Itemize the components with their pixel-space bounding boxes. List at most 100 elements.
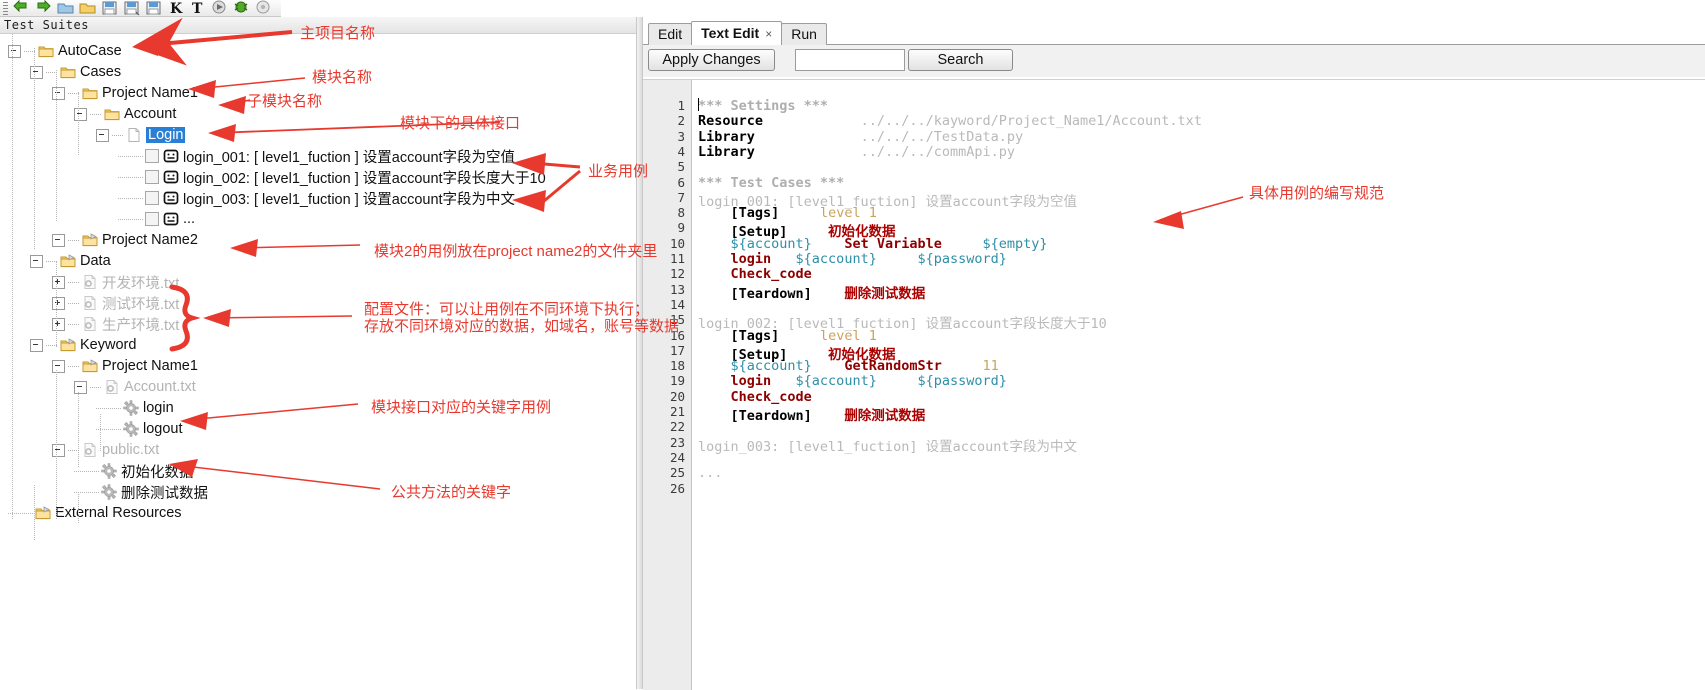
code-line[interactable]: [Teardown] 删除测试数据 xyxy=(698,404,926,424)
forward-arrow-icon[interactable] xyxy=(34,0,54,16)
code-area[interactable]: *** Settings *** Resource ../../../kaywor… xyxy=(692,80,1705,690)
close-icon[interactable]: × xyxy=(765,27,772,41)
tree-node-[interactable]: 初始化数据 xyxy=(74,461,194,481)
run-icon[interactable] xyxy=(210,0,230,16)
tree-node-txt[interactable]: 生产环境.txt xyxy=(52,314,179,334)
code-line[interactable]: ${account} Set Variable ${empty} xyxy=(698,236,1048,252)
line-number: 18 xyxy=(669,358,685,374)
svg-text:T: T xyxy=(192,1,203,16)
collapse-icon[interactable] xyxy=(30,338,43,352)
tab-run[interactable]: Run xyxy=(781,23,827,45)
tree-node-project-name1[interactable]: Project Name1 xyxy=(52,83,198,103)
test-suites-tree[interactable]: AutoCase Cases Project Name1 Account Login lo… xyxy=(0,34,636,689)
tree-node-data[interactable]: Data xyxy=(30,251,111,271)
tree-node-[interactable]: 删除测试数据 xyxy=(74,482,208,502)
tree-node-project-name1[interactable]: Project Name1 xyxy=(52,356,198,376)
collapse-icon[interactable] xyxy=(96,128,109,142)
testcase-checkbox[interactable] xyxy=(145,191,159,205)
tab-text-edit-label: Text Edit xyxy=(701,25,760,41)
panel-splitter[interactable] xyxy=(636,17,643,689)
save-all-icon[interactable] xyxy=(122,0,142,16)
tree-node-project-name2[interactable]: Project Name2 xyxy=(52,230,198,250)
open-folder-icon[interactable] xyxy=(56,0,76,16)
code-line[interactable]: ${account} GetRandomStr 11 xyxy=(698,358,999,374)
tree-node-label: 开发环境.txt xyxy=(102,275,180,292)
tree-node-login[interactable]: Login xyxy=(96,125,186,145)
tree-node-[interactable]: ... xyxy=(118,209,195,229)
new-folder-icon[interactable] xyxy=(78,0,98,16)
tree-node-cases[interactable]: Cases xyxy=(30,62,121,82)
tree-node-logout[interactable]: logout xyxy=(96,419,183,439)
tab-edit[interactable]: Edit xyxy=(648,23,693,45)
folder-resource-icon xyxy=(60,253,76,269)
tree-node-login_002-level1_fuction-account-10[interactable]: login_002: [ level1_fuction ] 设置account字… xyxy=(118,167,546,187)
apply-changes-button[interactable]: Apply Changes xyxy=(648,49,775,71)
code-token: *** Test Cases *** xyxy=(698,174,845,191)
tree-connector xyxy=(68,302,80,304)
toolbar-grip[interactable] xyxy=(3,1,8,15)
tree-node-keyword[interactable]: Keyword xyxy=(30,335,136,355)
collapse-icon[interactable] xyxy=(74,380,87,394)
bug-icon[interactable] xyxy=(232,0,252,16)
collapse-icon[interactable] xyxy=(30,65,43,79)
expand-icon[interactable] xyxy=(52,296,65,310)
line-number: 13 xyxy=(669,281,685,297)
tree-node-label: Account.txt xyxy=(124,379,196,395)
code-line[interactable]: Library ../../../commApi.py xyxy=(698,144,1015,160)
testcase-checkbox[interactable] xyxy=(145,149,159,163)
search-input[interactable] xyxy=(795,49,905,71)
code-line[interactable]: Check_code xyxy=(698,389,812,405)
collapse-icon[interactable] xyxy=(74,107,87,121)
tree-node-autocase[interactable]: AutoCase xyxy=(8,41,122,61)
tree-node-label: Account xyxy=(124,106,177,122)
collapse-icon[interactable] xyxy=(52,359,65,373)
collapse-icon[interactable] xyxy=(8,44,21,58)
expand-icon[interactable] xyxy=(52,275,65,289)
collapse-icon[interactable] xyxy=(52,233,65,247)
collapse-icon[interactable] xyxy=(30,254,43,268)
tree-node-login[interactable]: login xyxy=(96,398,174,418)
tree-node-txt[interactable]: 开发环境.txt xyxy=(52,272,179,292)
collapse-icon[interactable] xyxy=(52,443,65,457)
code-line[interactable]: [Teardown] 删除测试数据 xyxy=(698,282,926,302)
code-token: ${account} xyxy=(795,251,877,267)
code-line[interactable]: Resource ../../../kayword/Project_Name1/… xyxy=(698,113,1202,129)
search-button[interactable]: Search xyxy=(908,49,1013,71)
collapse-icon[interactable] xyxy=(52,86,65,100)
code-line[interactable]: [Tags] level 1 xyxy=(698,205,877,221)
tab-text-edit[interactable]: Text Edit × xyxy=(691,21,783,45)
code-line[interactable]: *** Test Cases *** xyxy=(698,175,844,191)
code-line[interactable]: ... xyxy=(698,465,722,481)
line-number-gutter: 1 2 3 4 5 6 7 8 9 10 11 12 13 14 15 16 17 18 19 20 21 22 23 24 2… xyxy=(643,80,692,690)
tag-search-icon[interactable]: T xyxy=(188,0,208,16)
code-token: ${account} xyxy=(795,373,877,390)
testcase-checkbox[interactable] xyxy=(145,170,159,184)
expand-icon[interactable] xyxy=(52,317,65,331)
tree-node-login_001-level1_fuction-account[interactable]: login_001: [ level1_fuction ] 设置account字… xyxy=(118,146,515,166)
tree-node-account[interactable]: Account xyxy=(74,104,176,124)
text-caret xyxy=(698,98,699,111)
code-line[interactable]: Check_code xyxy=(698,266,812,282)
text-editor[interactable]: 1 2 3 4 5 6 7 8 9 10 11 12 13 14 15 16 17 18 19 20 21 22 23 24 2… xyxy=(643,79,1705,690)
save-as-icon[interactable] xyxy=(144,0,164,16)
keyword-search-icon[interactable]: K xyxy=(166,0,186,16)
tree-node-login_003-level1_fuction-account[interactable]: login_003: [ level1_fuction ] 设置account字… xyxy=(118,188,515,208)
testcase-checkbox[interactable] xyxy=(145,212,159,226)
tree-node-account-txt[interactable]: Account.txt xyxy=(74,377,196,397)
code-line[interactable]: *** Settings *** xyxy=(698,98,828,114)
code-line[interactable]: login ${account} ${password} xyxy=(698,251,1007,267)
code-line[interactable]: [Tags] level 1 xyxy=(698,328,877,344)
code-line[interactable]: login_003: [level1_fuction] 设置account字段为… xyxy=(698,435,1077,455)
back-arrow-icon[interactable] xyxy=(12,0,32,16)
tree-node-public-txt[interactable]: public.txt xyxy=(52,440,159,460)
folder-resource-icon xyxy=(82,232,98,248)
save-icon[interactable] xyxy=(100,0,120,16)
code-token: ${account} xyxy=(730,235,812,252)
tree-node-txt[interactable]: 测试环境.txt xyxy=(52,293,179,313)
code-line[interactable]: Library ../../../TestData.py xyxy=(698,129,1023,145)
stop-icon[interactable] xyxy=(254,0,274,16)
code-line[interactable]: login ${account} ${password} xyxy=(698,373,1007,389)
tree-node-label: logout xyxy=(143,421,183,437)
